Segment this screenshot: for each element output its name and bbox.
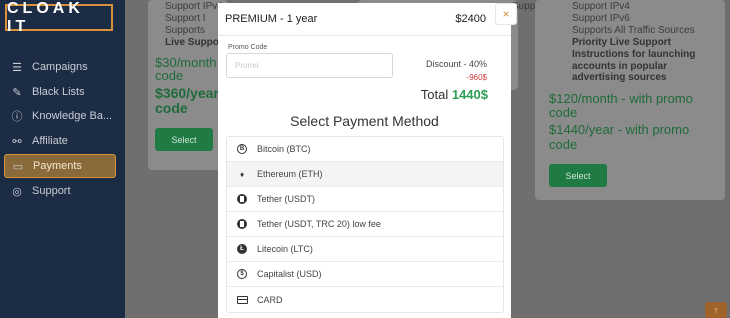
total-label: Total (420, 87, 449, 102)
plan-feature: Support I (165, 13, 206, 24)
plan-price-monthly: $120/month - with promo (549, 91, 693, 106)
plan-feature: Supports (165, 25, 206, 36)
card-icon (236, 294, 248, 306)
payment-method-card[interactable]: CARD (227, 287, 503, 312)
payment-method-label: Capitalist (USD) (257, 269, 322, 279)
plan-price-yearly-suffix: code (155, 100, 188, 116)
edit-icon: ✎ (12, 86, 22, 99)
lifebuoy-icon: ◎ (12, 185, 22, 198)
credit-card-icon: ▭ (12, 160, 24, 173)
plan-price-yearly: $1440/year - with promo (549, 122, 690, 137)
list-icon: ☰ (12, 61, 22, 74)
plan-feature: advertising sources (572, 72, 667, 83)
sidebar-item-affiliate[interactable]: ⚯ Affiliate (4, 129, 116, 153)
discount-amount: -960$ (466, 73, 487, 82)
tether-icon (236, 218, 248, 230)
divider (218, 35, 511, 36)
sidebar-item-label: Payments (33, 160, 82, 172)
plan-price-yearly-suffix: code (549, 137, 578, 152)
ethereum-icon: ♦ (239, 169, 245, 179)
plan-feature: accounts in popular (572, 61, 668, 72)
promo-code-input[interactable]: Promo (226, 53, 393, 78)
total-value: 1440$ (451, 87, 488, 102)
modal-amount: $2400 (455, 13, 486, 25)
bitcoin-icon: B (236, 143, 248, 155)
payment-method-btc[interactable]: B Bitcoin (BTC) (227, 137, 503, 162)
payment-method-usdt-trc20[interactable]: Tether (USDT, TRC 20) low fee (227, 212, 503, 237)
payment-method-label: Ethereum (ETH) (257, 169, 323, 179)
payment-method-ltc[interactable]: Ł Litecoin (LTC) (227, 237, 503, 262)
sidebar-item-label: Affiliate (32, 135, 68, 147)
payment-method-label: CARD (257, 294, 283, 305)
payment-method-label: Tether (USDT, TRC 20) low fee (257, 219, 381, 229)
payment-method-label: Bitcoin (BTC) (257, 144, 311, 154)
plan-feature: Instructions for launching (572, 49, 696, 60)
payment-modal: PREMIUM - 1 year $2400 Promo Code Promo … (218, 3, 511, 318)
modal-title: PREMIUM - 1 year (225, 13, 318, 25)
info-icon: ⓘ (11, 111, 23, 123)
total-price: Total 1440$ (421, 87, 488, 102)
payment-method-label: Tether (USDT) (257, 194, 316, 204)
litecoin-icon: Ł (236, 243, 248, 255)
payment-method-list: B Bitcoin (BTC) ♦ Ethereum (ETH) Tether … (226, 136, 504, 313)
plan-feature: Support IPv6 (572, 13, 630, 24)
sidebar-item-label: Support (32, 185, 71, 197)
payment-method-title: Select Payment Method (290, 113, 439, 129)
discount-text: Discount - 40% (425, 59, 487, 69)
tether-icon (236, 193, 248, 205)
sidebar-item-black-lists[interactable]: ✎ Black Lists (4, 80, 116, 104)
promo-code-label: Promo Code (228, 44, 268, 51)
plan-price-yearly: $360/year (155, 85, 219, 101)
close-icon: × (502, 7, 510, 21)
payment-method-usdt[interactable]: Tether (USDT) (227, 187, 503, 212)
plan-feature: Support IPv4 (165, 1, 223, 12)
plan-price-monthly-suffix: code (155, 68, 184, 83)
plan-feature: Priority Live Support (572, 37, 671, 48)
logo[interactable]: CLOAK IT (5, 0, 113, 35)
sidebar-item-payments[interactable]: ▭ Payments (4, 154, 116, 178)
scroll-to-top-button[interactable]: ↑ (705, 302, 727, 318)
sidebar-item-knowledge-base[interactable]: ⓘ Knowledge Ba... (4, 104, 116, 128)
sidebar-item-campaigns[interactable]: ☰ Campaigns (4, 55, 116, 79)
select-plan-button[interactable]: Select (155, 128, 213, 151)
select-plan-button[interactable]: Select (549, 164, 607, 187)
handshake-icon: ⚯ (12, 135, 22, 148)
payment-method-capitalist[interactable]: $ Capitalist (USD) (227, 262, 503, 287)
sidebar-item-label: Campaigns (32, 61, 88, 73)
sidebar-item-support[interactable]: ◎ Support (4, 179, 116, 203)
plan-feature: Live Suppo (165, 37, 219, 48)
plan-feature: Support IPv4 (572, 1, 630, 12)
payment-method-eth[interactable]: ♦ Ethereum (ETH) (227, 162, 503, 187)
payment-method-label: Litecoin (LTC) (257, 244, 313, 254)
plan-feature: Supports All Traffic Sources (572, 25, 695, 36)
close-modal-button[interactable]: × (495, 3, 517, 25)
sidebar-item-label: Black Lists (32, 86, 85, 98)
sidebar-item-label: Knowledge Ba... (32, 110, 113, 122)
plan-price-monthly-suffix: code (549, 105, 578, 120)
capitalist-icon: $ (236, 268, 248, 280)
sidebar: CLOAK IT ☰ Campaigns ✎ Black Lists ⓘ Kno… (0, 0, 125, 318)
